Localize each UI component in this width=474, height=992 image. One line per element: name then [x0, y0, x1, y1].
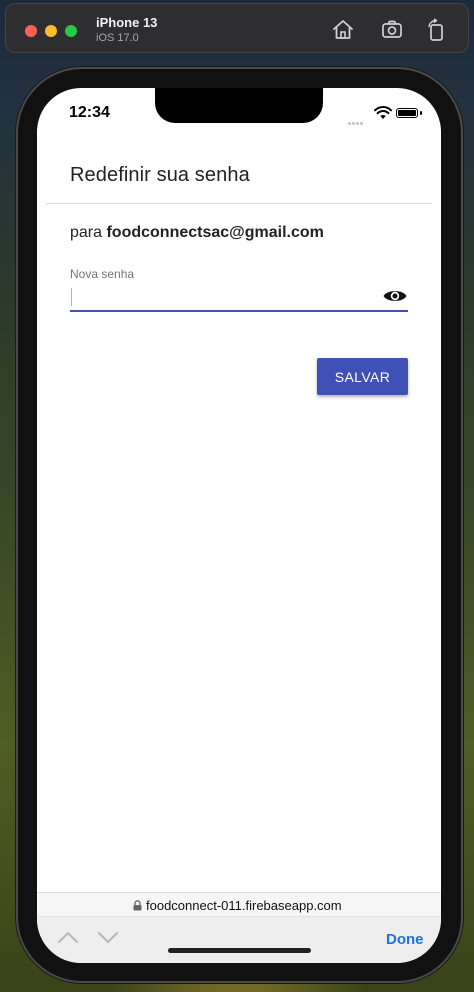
wifi-icon	[374, 106, 392, 119]
page-title: Redefinir sua senha	[70, 164, 250, 186]
url-bar[interactable]: foodconnect-011.firebaseapp.com	[37, 892, 441, 917]
zoom-window-button[interactable]	[65, 25, 77, 37]
battery-tip	[420, 111, 422, 115]
home-icon[interactable]	[331, 18, 355, 42]
password-label: Nova senha	[70, 267, 135, 281]
battery-icon	[396, 108, 418, 118]
account-line: para foodconnectsac@gmail.com	[70, 224, 324, 242]
text-caret	[71, 288, 72, 306]
home-indicator[interactable]	[168, 948, 311, 953]
password-field	[70, 284, 408, 312]
divider	[46, 203, 432, 204]
rotate-icon[interactable]	[424, 18, 448, 42]
done-button[interactable]: Done	[386, 931, 424, 948]
account-prefix: para	[70, 224, 107, 241]
chevron-down-icon[interactable]	[97, 930, 119, 944]
keyboard-accessory-bar: Done	[37, 916, 441, 963]
url-text: foodconnect-011.firebaseapp.com	[146, 898, 342, 913]
eye-icon[interactable]	[382, 285, 408, 307]
minimize-window-button[interactable]	[45, 25, 57, 37]
chevron-up-icon[interactable]	[57, 930, 79, 944]
os-version: iOS 17.0	[96, 32, 139, 44]
lock-icon	[133, 900, 142, 911]
simulator-toolbar: iPhone 13 iOS 17.0	[5, 3, 469, 53]
phone-screen: 12:34 Redefinir sua senha para foodconne…	[37, 88, 441, 963]
device-name: iPhone 13	[96, 15, 158, 30]
save-button[interactable]: SALVAR	[317, 358, 408, 395]
notch	[155, 88, 323, 123]
screenshot-icon[interactable]	[380, 18, 404, 42]
password-input[interactable]	[70, 286, 370, 308]
signal-dots-icon	[348, 112, 368, 125]
close-window-button[interactable]	[25, 25, 37, 37]
status-time: 12:34	[69, 104, 110, 121]
account-email: foodconnectsac@gmail.com	[106, 224, 324, 241]
